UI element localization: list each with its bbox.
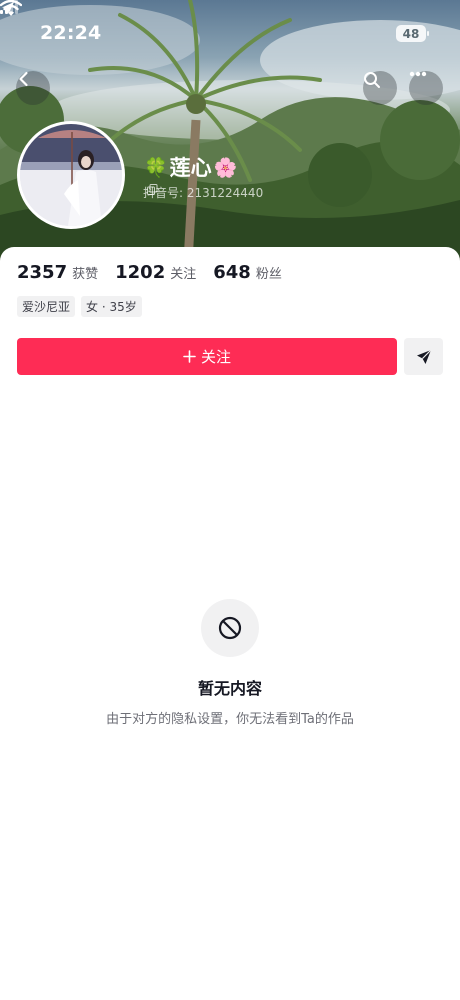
- wifi-icon: [0, 0, 22, 16]
- back-icon: [19, 71, 28, 87]
- clover-emoji: 🍀: [144, 156, 168, 179]
- stat-followers[interactable]: 648 粉丝: [213, 262, 282, 283]
- stat-likes-value: 2357: [17, 262, 68, 283]
- empty-state-description: 由于对方的隐私设置，你无法看到Ta的作品: [106, 712, 354, 727]
- send-icon: [416, 349, 431, 364]
- stat-likes[interactable]: 2357 获赞: [17, 262, 98, 283]
- empty-state-title: 暂无内容: [197, 679, 262, 698]
- tag-location: 爱沙尼亚: [17, 296, 76, 317]
- more-icon: [409, 71, 427, 77]
- douyin-id-text: 抖音号: 2131224440: [143, 186, 264, 200]
- stat-likes-label: 获赞: [72, 267, 99, 282]
- plus-icon: [183, 350, 196, 363]
- profile-stats: 2357 获赞 1202 关注 648 粉丝: [17, 262, 299, 283]
- blossom-emoji: 🌸: [213, 156, 238, 179]
- follow-button[interactable]: 关注: [17, 338, 397, 375]
- empty-state-icon-wrap: [201, 599, 259, 657]
- tag-gender-age: 女 · 35岁: [81, 296, 142, 317]
- stat-following-label: 关注: [170, 267, 197, 282]
- search-icon: [364, 72, 380, 88]
- search-button[interactable]: [363, 71, 397, 105]
- profile-tags: 爱沙尼亚 女 · 35岁: [17, 296, 148, 317]
- stat-followers-label: 粉丝: [255, 267, 282, 282]
- ban-icon: [218, 616, 242, 640]
- avatar-image: [20, 124, 122, 226]
- follow-button-label: 关注: [200, 348, 231, 366]
- profile-cover: 22:24 48 🍀 莲心 🌸 抖音号: 2131224440: [0, 0, 460, 262]
- stat-following[interactable]: 1202 关注: [115, 262, 196, 283]
- profile-name-text: 莲心: [169, 156, 212, 180]
- profile-name: 🍀 莲心 🌸: [144, 152, 237, 182]
- copy-icon[interactable]: [147, 184, 158, 195]
- stat-followers-value: 648: [213, 262, 251, 283]
- back-button[interactable]: [16, 71, 50, 105]
- battery-tip: [427, 31, 429, 36]
- battery-icon: 48: [396, 25, 426, 42]
- stat-following-value: 1202: [115, 262, 166, 283]
- status-time: 22:24: [40, 22, 102, 44]
- profile-panel: 2357 获赞 1202 关注 648 粉丝 爱沙尼亚 女 · 35岁 关注 暂…: [0, 247, 460, 1000]
- more-button[interactable]: [409, 71, 443, 105]
- douyin-id[interactable]: 抖音号: 2131224440: [143, 184, 263, 201]
- avatar[interactable]: [17, 121, 125, 229]
- send-message-button[interactable]: [404, 338, 443, 375]
- status-bar: 22:24 48: [0, 0, 460, 66]
